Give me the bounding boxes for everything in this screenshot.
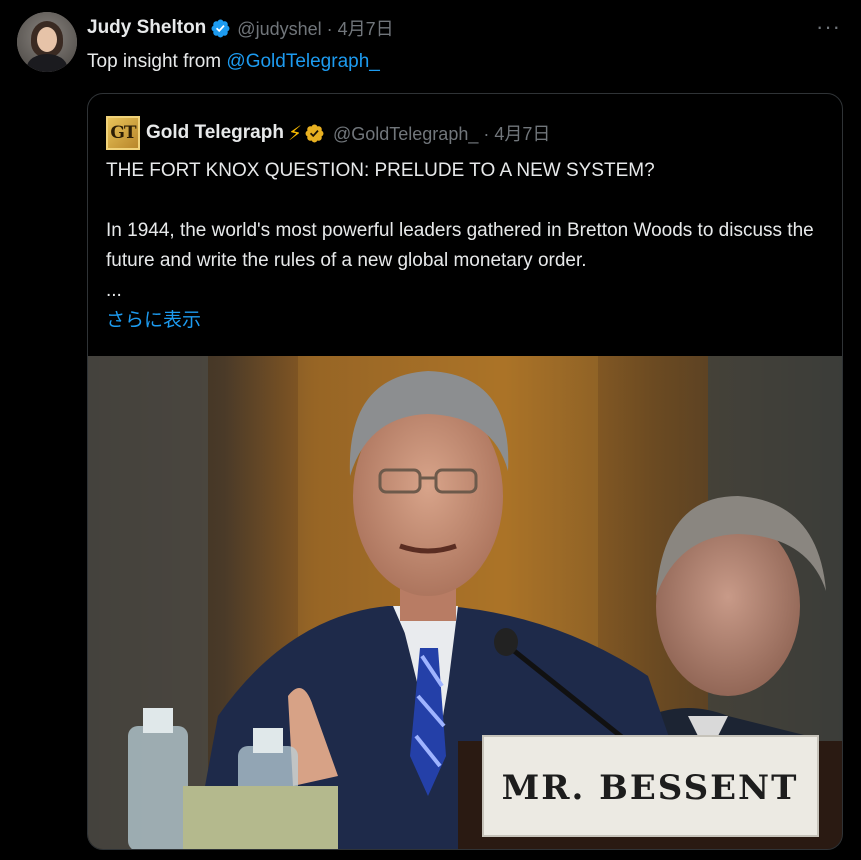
quoted-author-handle-date[interactable]: @GoldTelegraph_ · 4月7日 (333, 120, 550, 146)
show-more-link[interactable]: さらに表示 (106, 306, 826, 336)
quoted-author-name[interactable]: Gold Telegraph (146, 122, 284, 144)
lightning-icon: ⚡ (287, 122, 302, 145)
quoted-tweet-header: GT Gold Telegraph ⚡ @GoldTelegraph_ · 4月… (106, 116, 550, 150)
quoted-tweet-photo[interactable]: MR. BESSENT (88, 356, 842, 849)
quoted-tweet-card[interactable]: GT Gold Telegraph ⚡ @GoldTelegraph_ · 4月… (87, 93, 843, 850)
tweet-text: Top insight from @GoldTelegraph_ (87, 50, 380, 74)
verified-badge-icon (211, 19, 230, 37)
quoted-paragraph: In 1944, the world's most powerful leade… (106, 220, 820, 271)
tweet-text-prefix: Top insight from (87, 51, 227, 72)
author-name[interactable]: Judy Shelton (87, 17, 206, 39)
mention-link[interactable]: @GoldTelegraph_ (226, 51, 379, 72)
more-horizontal-icon[interactable]: ··· (816, 14, 841, 40)
author-handle-date[interactable]: @judyshel · 4月7日 (237, 15, 393, 41)
paragraph-spacer (106, 186, 826, 216)
gold-verified-badge-icon (305, 124, 324, 142)
hearing-photo: MR. BESSENT (88, 356, 842, 849)
tweet-header: Judy Shelton @judyshel · 4月7日 (87, 16, 394, 40)
nameplate-text: MR. BESSENT (502, 768, 799, 808)
gold-telegraph-logo[interactable]: GT (106, 116, 140, 150)
quoted-tweet-body: THE FORT KNOX QUESTION: PRELUDE TO A NEW… (106, 156, 826, 336)
quoted-ellipsis: ... (106, 280, 122, 301)
avatar[interactable] (17, 12, 77, 72)
quoted-headline: THE FORT KNOX QUESTION: PRELUDE TO A NEW… (106, 160, 655, 181)
avatar-face (37, 27, 57, 52)
sign-block (183, 786, 338, 849)
